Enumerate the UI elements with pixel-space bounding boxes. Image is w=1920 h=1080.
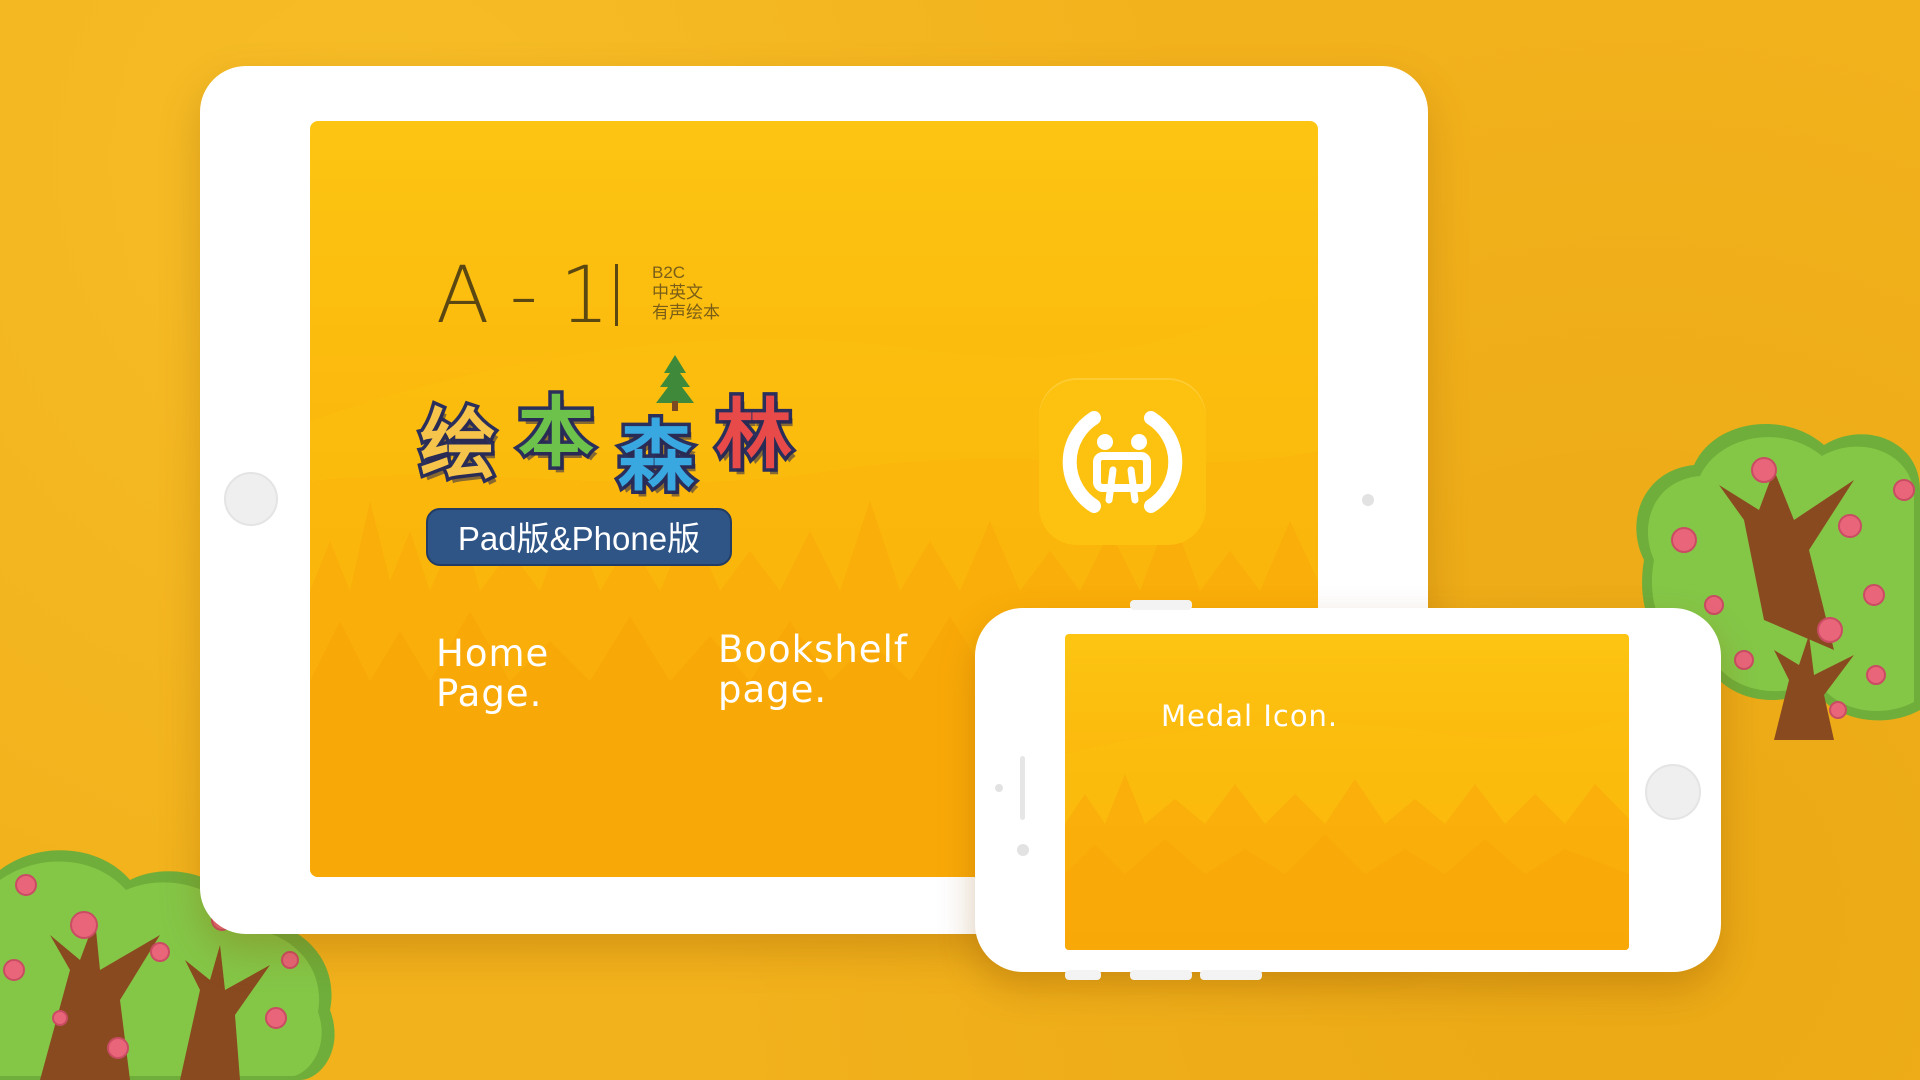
- home-page-label-line1: Home: [436, 632, 550, 675]
- ipad-camera: [1362, 494, 1374, 506]
- iphone-camera: [995, 784, 1003, 792]
- brand-divider: [615, 264, 618, 326]
- brand-code: A-1: [436, 251, 632, 341]
- iphone-hills-decoration: [1065, 714, 1629, 950]
- iphone-home-button[interactable]: [1645, 764, 1701, 820]
- bookshelf-page-label: Bookshelf page.: [718, 630, 908, 710]
- logo-char-3: 森: [615, 409, 698, 505]
- bookshelf-page-label-line1: Bookshelf: [718, 628, 908, 671]
- iphone-screen: Medal Icon.: [1065, 634, 1629, 950]
- home-page-label: Home Page.: [436, 634, 549, 714]
- tag-audio-book: 有声绘本: [652, 303, 720, 322]
- platform-badge: Pad版&Phone版: [426, 508, 732, 566]
- iphone-side-button-2: [1130, 970, 1192, 980]
- iphone-side-button-1: [1065, 970, 1101, 980]
- logo-char-1: 绘: [417, 397, 500, 493]
- ipad-home-button[interactable]: [224, 472, 278, 526]
- tag-bilingual: 中英文: [652, 283, 703, 302]
- bookshelf-page-label-line2: page.: [718, 668, 828, 711]
- iphone-sensor: [1017, 844, 1029, 856]
- brand-tags: B2C 中英文 有声绘本: [652, 263, 720, 323]
- iphone-side-button-3: [1200, 970, 1262, 980]
- iphone-device: Medal Icon.: [975, 600, 1721, 980]
- logo-char-4: 林: [713, 387, 796, 483]
- picture-book-forest-logo: 绘 本 森 林: [417, 353, 840, 513]
- medal-icon-label: Medal Icon.: [1161, 699, 1339, 733]
- headphone-reader-icon: [1062, 411, 1183, 513]
- logo-char-2: 本: [515, 385, 598, 481]
- iphone-volume-button: [1130, 600, 1192, 610]
- audio-book-app-icon: [1039, 378, 1206, 545]
- tag-b2c: B2C: [652, 263, 686, 282]
- home-page-label-line2: Page.: [436, 672, 543, 715]
- iphone-speaker: [1020, 756, 1025, 820]
